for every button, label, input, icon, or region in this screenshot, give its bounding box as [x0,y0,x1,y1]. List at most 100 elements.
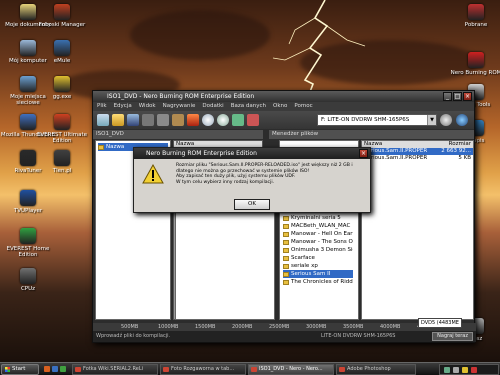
desktop-icon[interactable]: CPUz [0,268,56,292]
burn-now-button[interactable]: Nagraj teraz [432,332,473,341]
desktop-icon[interactable] [60,366,66,372]
taskbar-task[interactable]: ISO1_DVD - Nero - Nero... [248,364,334,375]
folder-icon [283,271,289,277]
warning-dialog[interactable]: Nero Burning ROM Enterprise Edition × Ro… [133,147,371,213]
close-icon[interactable]: × [359,149,368,158]
drive-select-value: F: LITE-ON DVDRW SHM-165P6S [321,117,410,123]
desktop-icon-label: Pobrane [464,22,488,28]
desktop-icon[interactable]: eMule [34,40,90,64]
folder-item[interactable]: Onimusha 3 Demon Sie [283,246,353,254]
tray-gg-icon[interactable] [462,367,468,373]
cut-icon[interactable] [142,114,154,126]
folder-item[interactable]: The Chronicles of Riddick [283,278,353,286]
folder-icon [283,247,289,253]
ok-button[interactable]: OK [234,199,270,210]
compilation-pane-title: ISO1_DVD [93,130,263,139]
file-browser-list[interactable]: Nazwa Rozmiar Serious.Sam.II.PROPER 2 663 … [361,140,474,320]
file-browser-title: Menedżer plików [269,130,474,139]
folder-item[interactable]: seriale xp [283,262,353,270]
help-icon[interactable] [456,114,468,126]
desktop-icon[interactable]: EVEREST Ultimate Edition [34,114,90,144]
folder-item[interactable]: Manowar - The Sons Of [283,238,353,246]
cloud-decoration [130,10,270,60]
desktop-icon-label: eMule [53,58,71,64]
disc-type-select[interactable]: DVD5 (4483ME [418,318,462,328]
menu-item[interactable]: Plik [97,102,107,111]
window-title: ISO1_DVD - Nero Burning ROM Enterprise E… [107,93,255,100]
warning-icon [142,164,164,184]
status-bar: Wprowadź pliki do kompilacji. LITE-ON DV… [93,331,476,342]
column-header[interactable]: Nazwa Rozmiar [362,141,473,148]
dialog-message: Rozmiar pliku "Serious.Sam.II.PROPER-REL… [176,163,353,185]
menu-item[interactable]: Edycja [114,102,132,111]
folder-icon [283,215,289,221]
new-icon[interactable] [97,114,109,126]
maximize-button[interactable]: □ [453,92,462,101]
tray-volume-icon[interactable] [453,367,459,373]
compilation-detail[interactable] [175,200,275,320]
desktop-icon[interactable]: Tlen.pl [34,150,90,174]
desktop-icon[interactable]: Pobrane [448,4,500,28]
desktop-icon[interactable]: Nero Burning ROM [448,52,500,76]
copy-disc-icon[interactable] [202,114,214,126]
desktop-icon-label: Foboski Manager [38,22,86,28]
dialog-titlebar[interactable]: Nero Burning ROM Enterprise Edition × [134,148,370,159]
desktop-icon-label: CPUz [20,286,36,292]
folder-item[interactable]: Serious Sam II [283,270,353,278]
folder-item[interactable]: Manowar - Hell On Earth [283,230,353,238]
firefox-icon[interactable] [44,366,50,372]
disc-icon [98,144,104,150]
settings-icon[interactable] [440,114,452,126]
folder-item[interactable]: Scarface [283,254,353,262]
status-drive: LITE-ON DVDRW SHM-165P6S [321,333,396,339]
taskbar-task[interactable]: Fotka Wiki.SERIAL2.ReLi [72,364,158,375]
folder-item[interactable]: Kryminalni seria 5 [283,214,353,222]
app-icon [468,4,484,20]
window-titlebar[interactable]: ISO1_DVD - Nero Burning ROM Enterprise E… [93,91,474,102]
app-icon [54,114,70,130]
disc-info-icon[interactable] [217,114,229,126]
taskbar: Start Fotka Wiki.SERIAL2.ReLi Foto Rozga… [0,362,500,375]
burn-icon[interactable] [187,114,199,126]
menu-item[interactable]: Okno [273,102,287,111]
desktop-icon[interactable]: TVUPlayer [0,190,56,214]
menu-item[interactable]: Dodatki [202,102,223,111]
save-icon[interactable] [127,114,139,126]
close-button[interactable]: × [463,92,472,101]
app-icon [468,52,484,68]
open-icon[interactable] [112,114,124,126]
desktop-icon-label: Tlen.pl [52,168,72,174]
status-text: Wprowadź pliki do kompilacji. [96,333,171,339]
copy-icon[interactable] [157,114,169,126]
app-icon [54,40,70,56]
menu-item[interactable]: Baza danych [231,102,266,111]
drive-select[interactable]: F: LITE-ON DVDRW SHM-165P6S ▼ [317,114,437,126]
paste-icon[interactable] [172,114,184,126]
desktop-icon[interactable]: gg.exe [34,76,90,100]
tray-antivirus-icon[interactable] [471,367,477,373]
folder-item[interactable]: MACBeth_WLAN_MAC [283,222,353,230]
folder-icon [283,263,289,269]
media-icon[interactable] [52,366,58,372]
taskbar-task[interactable]: Adobe Photoshop [336,364,416,375]
chevron-down-icon[interactable]: ▼ [427,115,436,125]
tray-network-icon[interactable] [444,367,450,373]
app-icon [54,4,70,20]
file-row[interactable]: Serious.Sam.II.PROPER 2 663 92... [362,148,473,155]
file-row[interactable]: Serious.Sam.II.PROPER 5 KB [362,155,473,162]
nero-main-window[interactable]: ISO1_DVD - Nero Burning ROM Enterprise E… [92,90,476,343]
folder-icon [283,255,289,261]
taskbar-task[interactable]: Foto Rozgaworna w tab... [160,364,246,375]
eject-icon[interactable] [232,114,244,126]
menu-item[interactable]: Pomoc [294,102,312,111]
menu-item[interactable]: Nagrywanie [163,102,196,111]
start-button[interactable]: Start [1,364,39,375]
desktop-icon[interactable]: EVEREST Home Edition [0,228,56,258]
menu-item[interactable]: Widok [139,102,156,111]
erase-icon[interactable] [247,114,259,126]
minimize-button[interactable]: _ [443,92,452,101]
dialog-title: Nero Burning ROM Enterprise Edition [146,150,257,157]
folder-icon [283,223,289,229]
desktop-icon[interactable]: Foboski Manager [34,4,90,28]
toolbar: F: LITE-ON DVDRW SHM-165P6S ▼ [93,111,474,129]
